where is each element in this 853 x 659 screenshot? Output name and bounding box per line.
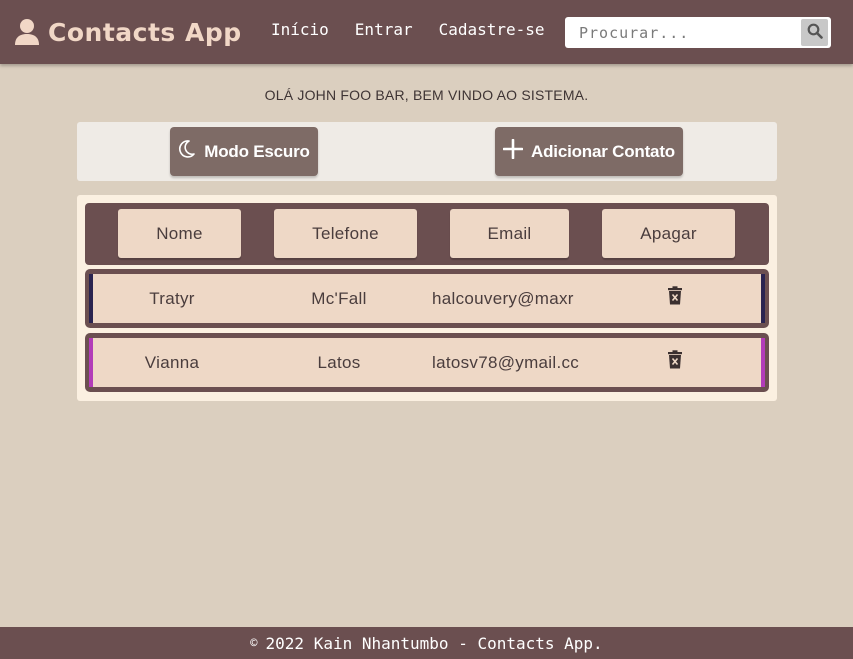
cell-email: halcouvery@maxr: [432, 288, 574, 308]
delete-button[interactable]: [665, 286, 685, 310]
search-box: [565, 17, 831, 48]
cell-email: latosv78@ymail.cc: [432, 352, 580, 372]
table-header: Nome Telefone Email Apagar: [85, 203, 769, 265]
table-row[interactable]: Tratyr Mc'Fall halcouvery@maxr: [85, 269, 769, 328]
moon-icon: [178, 139, 196, 164]
nav-links: Início Entrar Cadastre-se: [271, 20, 571, 39]
table-row-content: Vianna Latos latosv78@ymail.cc: [89, 338, 765, 387]
search-input[interactable]: [565, 17, 797, 48]
dark-mode-button[interactable]: Modo Escuro: [170, 127, 318, 176]
search-button[interactable]: [801, 19, 828, 46]
column-header-nome[interactable]: Nome: [118, 209, 241, 258]
action-panel: Modo Escuro Adicionar Contato: [77, 122, 777, 181]
row-accent-right: [761, 338, 765, 387]
cell-first-name: Vianna: [144, 352, 200, 372]
dark-mode-label: Modo Escuro: [204, 141, 310, 161]
brand[interactable]: Contacts App: [14, 14, 242, 50]
add-contact-label: Adicionar Contato: [531, 141, 675, 161]
cell-last-name: Latos: [317, 352, 361, 372]
nav-link-cadastre-se[interactable]: Cadastre-se: [439, 20, 545, 39]
table-row-content: Tratyr Mc'Fall halcouvery@maxr: [89, 274, 765, 323]
delete-button[interactable]: [665, 350, 685, 374]
copyright-symbol: ©: [250, 636, 258, 650]
trash-icon: [667, 286, 683, 310]
footer: © 2022 Kain Nhantumbo - Contacts App.: [0, 627, 853, 659]
cell-last-name: Mc'Fall: [311, 288, 367, 308]
search-icon: [807, 23, 823, 42]
column-header-telefone[interactable]: Telefone: [274, 209, 417, 258]
table-row[interactable]: Vianna Latos latosv78@ymail.cc: [85, 333, 769, 392]
column-header-email[interactable]: Email: [450, 209, 569, 258]
plus-icon: [502, 138, 524, 164]
footer-text: 2022 Kain Nhantumbo - Contacts App.: [265, 633, 603, 653]
row-accent-right: [761, 274, 765, 323]
brand-title: Contacts App: [48, 17, 242, 47]
nav-link-inicio[interactable]: Início: [271, 20, 329, 39]
nav-link-entrar[interactable]: Entrar: [355, 20, 413, 39]
column-header-apagar[interactable]: Apagar: [602, 209, 735, 258]
greeting-text: OLÁ JOHN FOO BAR, BEM VINDO AO SISTEMA.: [264, 87, 589, 103]
contacts-table: Nome Telefone Email Apagar Tratyr Mc'Fal…: [77, 195, 777, 401]
navbar: Contacts App Início Entrar Cadastre-se: [0, 0, 853, 64]
trash-icon: [667, 350, 683, 374]
cell-first-name: Tratyr: [149, 288, 195, 308]
user-icon: [14, 18, 40, 46]
add-contact-button[interactable]: Adicionar Contato: [495, 127, 683, 176]
